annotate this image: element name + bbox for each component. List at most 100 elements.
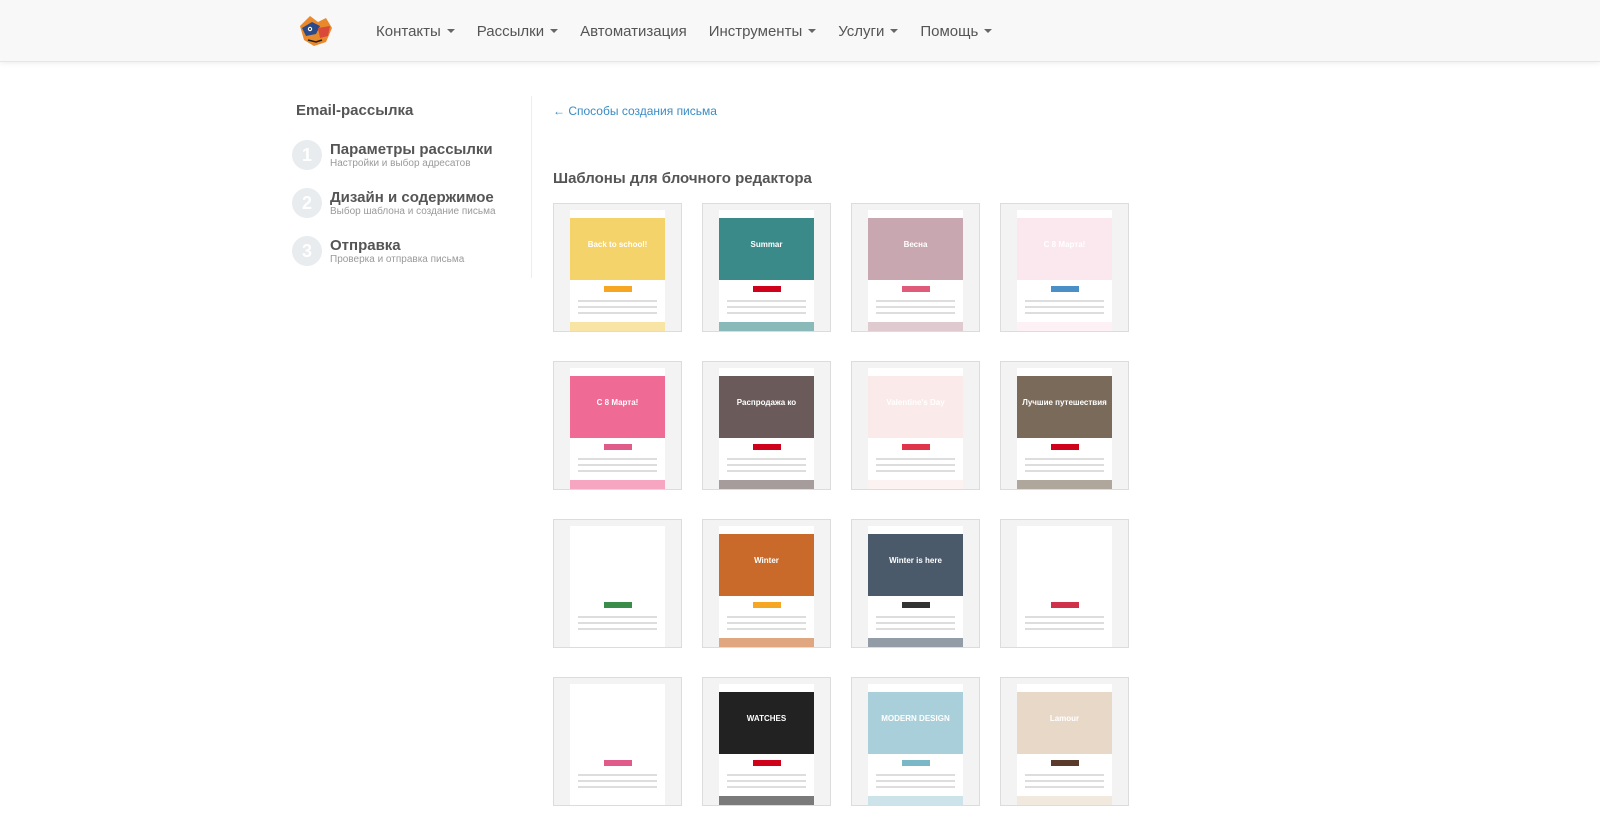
template-preview: WATCHES xyxy=(719,684,814,805)
preview-button xyxy=(753,286,781,292)
top-navbar: Контакты Рассылки Автоматизация Инструменты… xyxy=(0,0,1600,62)
step-subtitle: Проверка и отправка письма xyxy=(330,254,465,265)
preview-text-line xyxy=(876,786,955,788)
preview-caption: Лучшие путешествия xyxy=(1022,398,1107,407)
nav-item[interactable]: Услуги xyxy=(838,23,899,40)
preview-text-line xyxy=(727,628,806,630)
preview-text-line xyxy=(578,786,657,788)
preview-button xyxy=(753,602,781,608)
preview-footer xyxy=(570,480,665,489)
preview-hero xyxy=(868,376,963,438)
preview-footer xyxy=(719,638,814,647)
preview-hero xyxy=(570,376,665,438)
preview-text-line xyxy=(727,616,806,618)
preview-caption: MODERN DESIGN xyxy=(881,714,950,723)
preview-text-line xyxy=(876,774,955,776)
preview-button xyxy=(1051,602,1079,608)
preview-text-line xyxy=(876,622,955,624)
nav-item[interactable]: Контакты xyxy=(376,23,455,40)
template-pinxel-newsletter[interactable] xyxy=(1000,519,1129,648)
preview-button xyxy=(753,444,781,450)
preview-text-line xyxy=(578,628,657,630)
preview-text-line xyxy=(578,622,657,624)
preview-footer xyxy=(868,480,963,489)
template-preview: С 8 Марта! xyxy=(570,368,665,489)
back-link[interactable]: ← Способы создания письма xyxy=(553,104,717,118)
preview-footer xyxy=(570,322,665,331)
preview-text-line xyxy=(876,312,955,314)
nav-item-label: Контакты xyxy=(376,22,441,40)
caret-down-icon xyxy=(446,29,455,33)
template-christmas-house[interactable] xyxy=(553,519,682,648)
preview-button xyxy=(604,602,632,608)
template-valentines-day[interactable]: Valentine's Day xyxy=(851,361,980,490)
preview-text-line xyxy=(876,616,955,618)
template-winter-tours[interactable]: Winter xyxy=(702,519,831,648)
preview-text-line xyxy=(1025,786,1104,788)
preview-caption: Весна xyxy=(903,240,928,249)
nav-item[interactable]: Рассылки xyxy=(477,23,559,40)
nav-item[interactable]: Помощь xyxy=(920,23,993,40)
preview-caption: Valentine's Day xyxy=(886,398,945,407)
template-topbrands-sale[interactable]: SALE -50% xyxy=(553,677,682,806)
template-winter-is-here[interactable]: Winter is here xyxy=(851,519,980,648)
preview-hero xyxy=(1017,376,1112,438)
preview-text-line xyxy=(876,306,955,308)
template-march-8-floral[interactable]: С 8 Марта! xyxy=(1000,203,1129,332)
template-lamour-cafe[interactable]: Lamour xyxy=(1000,677,1129,806)
preview-text-line xyxy=(727,306,806,308)
template-preview: Весна xyxy=(868,210,963,331)
step-title: Параметры рассылки xyxy=(330,141,493,158)
template-preview: Winter is here xyxy=(868,526,963,647)
preview-hero xyxy=(868,692,963,754)
preview-caption: Распродажа ко xyxy=(736,398,797,407)
preview-text-line xyxy=(1025,458,1104,460)
preview-footer xyxy=(570,796,665,805)
preview-text-line xyxy=(727,300,806,302)
preview-text-line xyxy=(1025,312,1104,314)
step-send[interactable]: 3 Отправка Проверка и отправка письма xyxy=(292,236,464,266)
preview-hero xyxy=(868,534,963,596)
template-preview: Valentine's Day xyxy=(868,368,963,489)
wizard-sidebar: Email-рассылка 1 Параметры рассылки Наст… xyxy=(292,96,532,278)
template-back-to-school[interactable]: Back to school! xyxy=(553,203,682,332)
preview-text-line xyxy=(727,458,806,460)
preview-text-line xyxy=(876,470,955,472)
preview-button xyxy=(753,760,781,766)
preview-caption: Winter xyxy=(754,556,779,565)
preview-caption: Back to school! xyxy=(587,240,648,249)
step-subtitle: Выбор шаблона и создание письма xyxy=(330,206,496,217)
step-subtitle: Настройки и выбор адресатов xyxy=(330,158,471,169)
step-settings[interactable]: 1 Параметры рассылки Настройки и выбор а… xyxy=(292,140,493,170)
template-travel-best[interactable]: Лучшие путешествия xyxy=(1000,361,1129,490)
logo-icon[interactable] xyxy=(296,12,336,50)
template-modern-design[interactable]: MODERN DESIGN xyxy=(851,677,980,806)
template-preview: Back to school! xyxy=(570,210,665,331)
preview-footer xyxy=(1017,322,1112,331)
preview-text-line xyxy=(578,306,657,308)
template-watches[interactable]: WATCHES xyxy=(702,677,831,806)
preview-text-line xyxy=(1025,774,1104,776)
template-preview: Lamour xyxy=(1017,684,1112,805)
preview-button xyxy=(902,760,930,766)
step-title: Дизайн и содержимое xyxy=(330,189,494,206)
template-summar-travel[interactable]: Summar xyxy=(702,203,831,332)
template-march-8-pink[interactable]: С 8 Марта! xyxy=(553,361,682,490)
nav-item[interactable]: Инструменты xyxy=(709,23,817,40)
preview-caption: Summar xyxy=(750,240,783,249)
caret-down-icon xyxy=(550,29,559,33)
preview-caption: Winter is here xyxy=(889,556,942,565)
preview-text-line xyxy=(876,780,955,782)
template-valentine-sale[interactable]: Распродажа ко xyxy=(702,361,831,490)
preview-button xyxy=(1051,760,1079,766)
template-preview: С 8 Марта! xyxy=(1017,210,1112,331)
nav-item[interactable]: Автоматизация xyxy=(580,23,687,40)
preview-text-line xyxy=(727,312,806,314)
preview-footer xyxy=(868,638,963,647)
preview-hero xyxy=(719,218,814,280)
template-spring-blossom[interactable]: Весна xyxy=(851,203,980,332)
step-design[interactable]: 2 Дизайн и содержимое Выбор шаблона и со… xyxy=(292,188,496,218)
template-preview: Распродажа ко xyxy=(719,368,814,489)
preview-text-line xyxy=(1025,470,1104,472)
sidebar-title: Email-рассылка xyxy=(296,102,414,119)
